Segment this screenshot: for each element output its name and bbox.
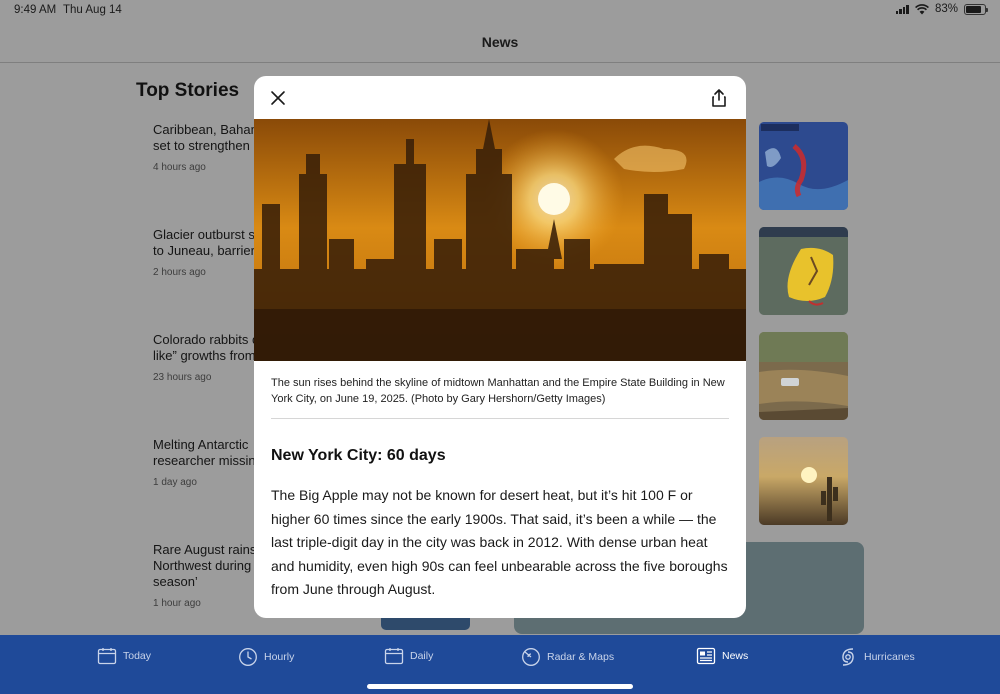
- story-headline: Rare August rainst Northwest during seas…: [153, 542, 260, 589]
- tab-label: News: [722, 650, 749, 662]
- story-headline: Caribbean, Baham set to strengthen: [153, 122, 262, 153]
- story-age: 23 hours ago: [153, 372, 212, 383]
- article-photo: [254, 119, 746, 361]
- tab-label: Today: [123, 650, 152, 662]
- share-icon: [712, 89, 726, 107]
- calendar-icon: [384, 648, 404, 665]
- story-thumbnail-flooded-river[interactable]: [759, 332, 848, 420]
- tab-hurricanes[interactable]: Hurricanes: [838, 647, 915, 667]
- close-icon: [271, 91, 285, 105]
- story-headline: Glacier outburst s to Juneau, barrier: [153, 227, 255, 258]
- page-title: News: [481, 34, 519, 50]
- story-thumbnail-flood-map[interactable]: [759, 227, 848, 315]
- article-body: The Big Apple may not be known for deser…: [271, 487, 728, 598]
- tab-label: Hurricanes: [864, 651, 915, 663]
- story-headline: Melting Antarctic researcher missin: [153, 437, 256, 468]
- caption-divider: [271, 418, 729, 419]
- tab-news[interactable]: News: [696, 647, 748, 665]
- cellular-signal-icon: [895, 4, 909, 14]
- share-button[interactable]: [710, 88, 728, 108]
- clock-icon: [239, 648, 257, 666]
- story-age: 2 hours ago: [153, 267, 206, 278]
- section-title: Top Stories: [136, 80, 240, 101]
- wifi-icon: [915, 3, 929, 14]
- story-thumbnail-desert-sunset[interactable]: [759, 437, 848, 525]
- home-indicator[interactable]: [367, 684, 633, 689]
- story-age: 1 day ago: [153, 477, 197, 488]
- photo-caption: The sun rises behind the skyline of midt…: [271, 377, 725, 405]
- battery-percent: 83%: [934, 3, 958, 15]
- tab-hourly[interactable]: Hourly: [238, 647, 294, 667]
- tab-label: Radar & Maps: [547, 651, 615, 663]
- status-right: 83%: [895, 3, 988, 15]
- tab-label: Hourly: [264, 651, 295, 663]
- story-age: 4 hours ago: [153, 162, 206, 173]
- article-modal: The sun rises behind the skyline of midt…: [254, 76, 746, 618]
- story-item[interactable]: Colorado rabbits c like” growths from 23…: [153, 332, 263, 383]
- close-button[interactable]: [268, 88, 288, 108]
- tab-daily[interactable]: Daily: [384, 647, 433, 665]
- article-heading: New York City: 60 days: [271, 447, 446, 464]
- battery-icon: [964, 3, 988, 15]
- hurricane-icon: [842, 648, 854, 666]
- newspaper-icon: [696, 647, 716, 665]
- status-bar: 9:49 AM Thu Aug 14 83%: [0, 0, 1000, 22]
- story-item[interactable]: Rare August rainst Northwest during seas…: [153, 542, 263, 609]
- story-headline: Colorado rabbits c like” growths from: [153, 332, 259, 363]
- status-date: Thu Aug 14: [63, 4, 122, 16]
- calendar-icon: [97, 648, 117, 665]
- tab-label: Daily: [410, 650, 434, 662]
- story-age: 1 hour ago: [153, 598, 201, 609]
- header-divider: [0, 62, 1000, 63]
- tab-radar-maps[interactable]: Radar & Maps: [521, 647, 614, 667]
- tab-today[interactable]: Today: [97, 647, 151, 665]
- radar-icon: [522, 648, 540, 666]
- story-item[interactable]: Melting Antarctic researcher missin 1 da…: [153, 437, 263, 488]
- status-time: 9:49 AM: [14, 4, 57, 16]
- story-item[interactable]: Glacier outburst s to Juneau, barrier 2 …: [153, 227, 263, 278]
- story-item[interactable]: Caribbean, Baham set to strengthen 4 hou…: [153, 122, 263, 173]
- story-thumbnail-forecast-map[interactable]: [759, 122, 848, 210]
